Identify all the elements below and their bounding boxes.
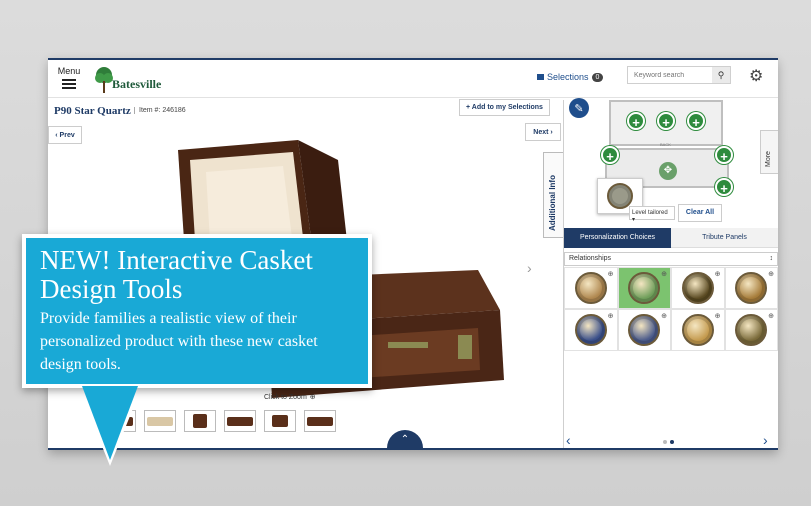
- product-title: P90 Star Quartz: [54, 105, 131, 117]
- promo-body: Provide families a realistic view of the…: [40, 310, 318, 373]
- tree-icon: [95, 67, 113, 93]
- more-tab[interactable]: More: [760, 130, 778, 174]
- tab-personalization-choices[interactable]: Personalization Choices: [564, 228, 671, 248]
- selections-count-badge: 0: [591, 72, 604, 82]
- medallion-grid: ⊕ ⊕ ⊕ ⊕ ⊕ ⊕ ⊕ ⊕: [564, 267, 778, 351]
- back-label: BACK: [660, 142, 671, 147]
- zoom-icon[interactable]: ⊕: [661, 270, 667, 278]
- medallion-image: [681, 314, 714, 346]
- zoom-icon[interactable]: ⊕: [608, 270, 614, 278]
- zoom-icon[interactable]: ⊕: [715, 312, 721, 320]
- promo-callout: NEW! Interactive Casket Design Tools Pro…: [22, 234, 372, 388]
- search-button[interactable]: ⚲: [712, 67, 730, 83]
- medallion-option[interactable]: ⊕: [617, 267, 671, 309]
- next-label: Next: [533, 128, 549, 136]
- add-corner-button[interactable]: +: [601, 146, 619, 164]
- chevron-left-icon[interactable]: ‹: [566, 432, 571, 448]
- gear-icon[interactable]: ⚙: [749, 66, 763, 86]
- chevron-up-icon[interactable]: ⌃: [387, 430, 423, 448]
- medallion-image: [735, 314, 768, 346]
- personalization-tabs: Personalization Choices Tribute Panels: [564, 228, 778, 248]
- add-to-selections-button[interactable]: + Add to my Selections: [459, 99, 550, 116]
- zoom-icon: ⊕: [309, 394, 316, 401]
- search-box: ⚲: [627, 66, 731, 84]
- selections-label: Selections: [547, 72, 589, 82]
- thumbnail[interactable]: [144, 410, 176, 432]
- add-corner-button[interactable]: +: [715, 146, 733, 164]
- page-dot[interactable]: [663, 440, 667, 444]
- zoom-icon[interactable]: ⊕: [768, 270, 774, 278]
- item-number: Item #: 246186: [134, 107, 186, 114]
- medallion-option[interactable]: ⊕: [724, 267, 778, 309]
- additional-info-tab[interactable]: Additional Info: [543, 152, 563, 238]
- clear-all-button[interactable]: Clear All: [678, 204, 722, 222]
- chevron-right-icon[interactable]: ›: [527, 260, 532, 276]
- level-select-value: Level tailored: [632, 210, 668, 216]
- more-tab-label: More: [765, 151, 772, 167]
- pagination-dots: [663, 440, 674, 444]
- add-corner-button[interactable]: +: [657, 112, 675, 130]
- category-dropdown-value: Relationships: [569, 255, 612, 262]
- hamburger-icon: [62, 79, 76, 81]
- prev-label: Prev: [59, 131, 75, 139]
- medallion-option[interactable]: ⊕: [564, 267, 618, 309]
- promo-callout-tail: [82, 386, 138, 460]
- thumbnail[interactable]: [184, 410, 216, 432]
- list-icon: [537, 74, 544, 80]
- zoom-icon[interactable]: ⊕: [661, 312, 667, 320]
- medallion-image: [574, 314, 607, 346]
- medallion-image: [628, 314, 661, 346]
- thumbnail[interactable]: [224, 410, 256, 432]
- add-corner-button[interactable]: +: [687, 112, 705, 130]
- medallion-image: [574, 272, 607, 304]
- page-dot[interactable]: [670, 440, 674, 444]
- zoom-icon[interactable]: ⊕: [768, 312, 774, 320]
- chevron-right-icon[interactable]: ›: [763, 432, 768, 448]
- search-input[interactable]: [628, 67, 712, 83]
- click-to-zoom-label: Click to Zoom: [264, 393, 307, 401]
- menu-label: Menu: [57, 66, 81, 76]
- edit-tool-icon[interactable]: ✎: [569, 98, 589, 118]
- medallion-image: [681, 272, 714, 304]
- medallion-image: [735, 272, 768, 304]
- add-corner-button[interactable]: +: [627, 112, 645, 130]
- prev-button[interactable]: ‹ Prev: [48, 126, 82, 144]
- tab-tribute-panels[interactable]: Tribute Panels: [671, 228, 778, 248]
- zoom-icon[interactable]: ⊕: [715, 270, 721, 278]
- medallion-option[interactable]: ⊕: [671, 267, 725, 309]
- brand-logo[interactable]: Batesville: [94, 64, 161, 94]
- selections-link[interactable]: Selections 0: [537, 72, 604, 82]
- add-corner-button[interactable]: +: [715, 178, 733, 196]
- search-icon: ⚲: [717, 69, 725, 80]
- brand-name: Batesville: [112, 77, 162, 91]
- chevron-down-icon: ↕: [769, 255, 774, 262]
- top-bar: Menu Batesville Selections 0 ⚲ ⚙: [48, 60, 778, 98]
- zoom-icon[interactable]: ⊕: [608, 312, 614, 320]
- move-icon[interactable]: ✥: [659, 162, 677, 180]
- category-dropdown[interactable]: Relationships ↕: [564, 252, 778, 266]
- thumbnail[interactable]: [264, 410, 296, 432]
- medallion-option[interactable]: ⊕: [724, 309, 778, 351]
- medallion-image: [628, 272, 661, 304]
- promo-headline: NEW! Interactive Casket Design Tools: [40, 245, 313, 304]
- medallion-option[interactable]: ⊕: [617, 309, 671, 351]
- medallion-option[interactable]: ⊕: [671, 309, 725, 351]
- level-select[interactable]: Level tailored ▾: [629, 206, 675, 223]
- menu-button[interactable]: Menu: [56, 66, 82, 81]
- medallion-option[interactable]: ⊕: [564, 309, 618, 351]
- click-to-zoom[interactable]: Click to Zoom ⊕: [264, 393, 316, 402]
- next-button[interactable]: Next ›: [525, 123, 561, 141]
- thumbnail[interactable]: [304, 410, 336, 432]
- additional-info-label: Additional Info: [548, 175, 557, 231]
